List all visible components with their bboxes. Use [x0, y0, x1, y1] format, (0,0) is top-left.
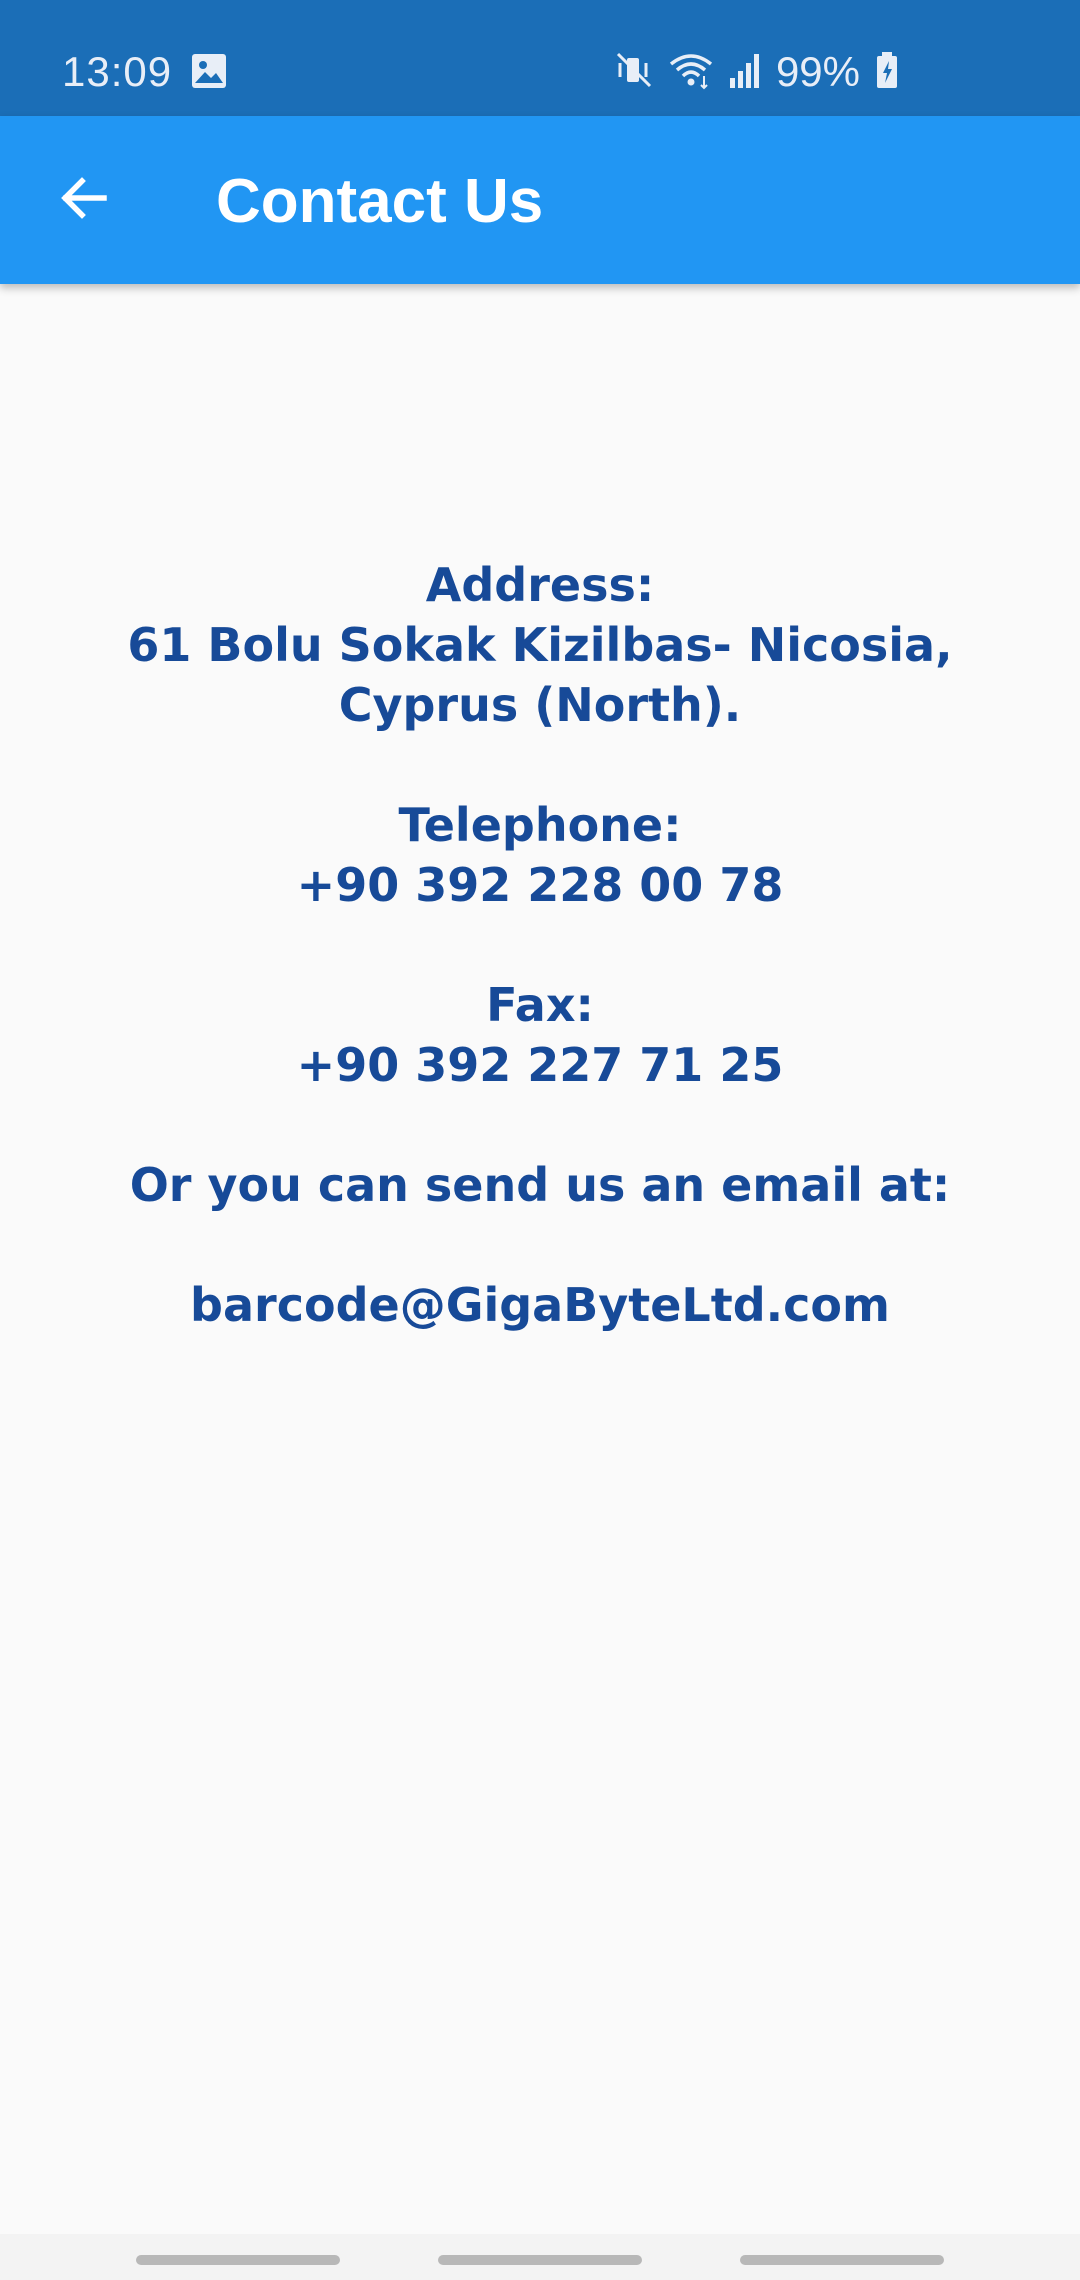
nav-handle-center[interactable] [438, 2255, 642, 2265]
nav-handle-left[interactable] [136, 2255, 340, 2265]
battery-percent: 99% [775, 48, 860, 95]
address-label: Address: [425, 558, 655, 612]
arrow-left-icon [56, 170, 112, 231]
gesture-nav-bar [0, 2234, 1080, 2280]
email-address[interactable]: barcode@GigaByteLtd.com [60, 1275, 1020, 1335]
app-bar: Contact Us [0, 116, 1080, 284]
page-title: Contact Us [216, 167, 544, 236]
email-prompt: Or you can send us an email at: [129, 1158, 951, 1212]
telephone-number[interactable]: +90 392 228 00 78 [60, 855, 1020, 915]
gallery-icon [190, 52, 228, 90]
address-line-2: Cyprus (North). [338, 678, 742, 732]
back-button[interactable] [42, 158, 126, 242]
telephone-label: Telephone: [398, 798, 682, 852]
status-icons: 99% [614, 42, 900, 102]
fax-number: +90 392 227 71 25 [296, 1038, 784, 1092]
status-bar: 13:09 99% [0, 0, 1080, 116]
address-line-1: 61 Bolu Sokak Kizilbas- Nicosia, [127, 618, 953, 672]
contact-info: Address: 61 Bolu Sokak Kizilbas- Nicosia… [60, 555, 1020, 1335]
nav-handle-right[interactable] [740, 2255, 944, 2265]
battery-charging-icon [874, 50, 900, 95]
fax-label: Fax: [486, 978, 594, 1032]
cell-signal-icon [728, 50, 762, 95]
mute-vibrate-icon [614, 50, 654, 95]
status-time: 13:09 [62, 48, 173, 95]
wifi-icon [668, 50, 714, 95]
